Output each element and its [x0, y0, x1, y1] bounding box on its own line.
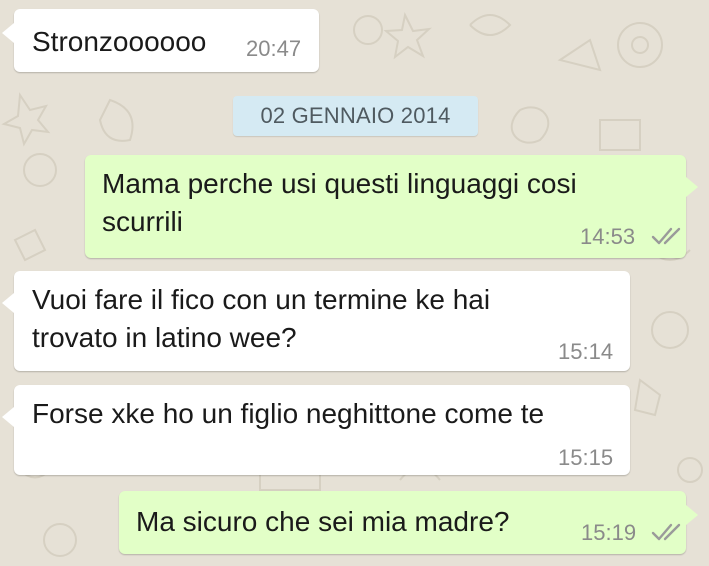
message-timestamp: 14:53 — [580, 224, 636, 249]
message-bubble-outgoing[interactable]: Ma sicuro che sei mia madre? 15:19 — [119, 491, 698, 554]
message-text: Vuoi fare il fico con un termine ke hai … — [32, 284, 491, 353]
message-bubble-outgoing[interactable]: Mama perche usi questi linguaggi cosi sc… — [85, 155, 698, 258]
bubble-tail — [686, 177, 698, 197]
message-text: Ma sicuro che sei mia madre? — [136, 506, 510, 537]
message-timestamp: 15:19 — [581, 520, 637, 545]
message-text: Forse xke ho un figlio neghittone come t… — [32, 398, 545, 429]
message-bubble-incoming[interactable]: Stronzoooooo 20:47 — [2, 9, 319, 72]
message-timestamp: 15:14 — [558, 339, 614, 364]
bubble-tail — [2, 23, 14, 43]
double-check-icon — [651, 523, 681, 541]
bubble-tail — [2, 407, 14, 427]
double-check-icon — [651, 227, 681, 245]
message-timestamp: 20:47 — [246, 36, 302, 61]
bubble-tail — [2, 293, 14, 313]
date-separator: 02 GENNAIO 2014 — [233, 96, 478, 136]
message-text: Mama perche usi questi linguaggi cosi sc… — [102, 168, 577, 237]
bubble-tail — [686, 505, 698, 525]
message-bubble-incoming[interactable]: Forse xke ho un figlio neghittone come t… — [2, 385, 630, 475]
message-timestamp: 15:15 — [558, 445, 614, 470]
message-text: Stronzoooooo — [32, 26, 207, 57]
message-bubble-incoming[interactable]: Vuoi fare il fico con un termine ke hai … — [2, 271, 630, 371]
